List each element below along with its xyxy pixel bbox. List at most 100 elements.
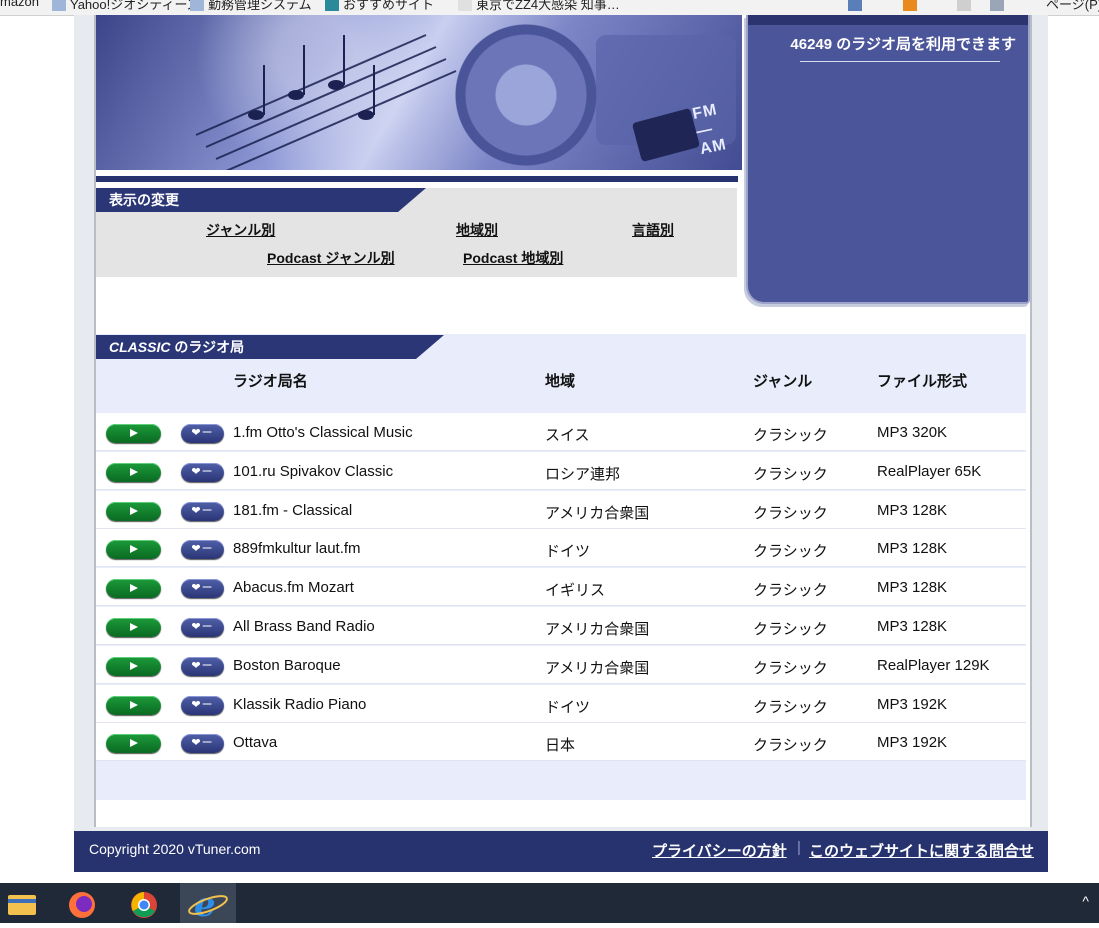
station-name[interactable]: 1.fm Otto's Classical Music [233, 424, 413, 441]
add-favorite-button[interactable]: ❤ー [181, 656, 224, 676]
station-row: ❤ー 1.fm Otto's Classical Music スイス クラシック MP3… [96, 413, 1026, 451]
station-row: ❤ー Abacus.fm Mozart イギリス クラシック MP3 128K [96, 568, 1026, 607]
station-name[interactable]: Ottava [233, 734, 277, 751]
station-count-panel: 46249 のラジオ局を利用できます [746, 15, 1030, 304]
add-favorite-button[interactable]: ❤ー [181, 540, 224, 560]
station-region: ドイツ [545, 543, 591, 561]
station-genre: クラシック [753, 543, 828, 561]
station-format: RealPlayer 65K [877, 462, 982, 480]
play-button[interactable] [106, 656, 161, 676]
station-region: アメリカ合衆国 [545, 504, 650, 522]
station-row: ❤ー 101.ru Spivakov Classic ロシア連邦 クラシック RealP… [96, 451, 1026, 490]
station-name[interactable]: 181.fm - Classical [233, 502, 352, 519]
favorite-link[interactable]: 勤務管理システム [208, 0, 312, 13]
station-row: ❤ー All Brass Band Radio アメリカ合衆国 クラシック MP3 12… [96, 607, 1026, 645]
add-favorite-button[interactable]: ❤ー [181, 424, 224, 443]
tray-chevron-icon[interactable]: ^ [1082, 893, 1089, 909]
mail-icon[interactable] [957, 0, 971, 11]
add-favorite-button[interactable]: ❤ー [181, 462, 224, 482]
internet-explorer-icon[interactable]: e [180, 883, 236, 925]
favorite-link[interactable]: Yahoo!ジオシティーズ [70, 0, 200, 13]
station-format: MP3 192K [877, 734, 948, 752]
link-by-language[interactable]: 言語別 [632, 220, 674, 240]
station-list-title: CLASSIC のラジオ局 [96, 335, 444, 359]
column-header-region: 地域 [545, 373, 576, 390]
play-button[interactable] [106, 501, 161, 521]
column-header-name: ラジオ局名 [233, 373, 308, 390]
station-genre: クラシック [753, 504, 828, 522]
play-button[interactable] [106, 424, 161, 443]
play-button[interactable] [106, 695, 161, 715]
music-staff-graphic [195, 34, 736, 170]
play-button[interactable] [106, 579, 161, 599]
banner-divider [96, 176, 738, 182]
add-favorite-button[interactable]: ❤ー [181, 695, 224, 715]
station-name[interactable]: Boston Baroque [233, 657, 341, 674]
file-explorer-icon[interactable] [0, 883, 48, 923]
page-icon [458, 0, 472, 11]
panel-header [748, 15, 1028, 25]
link-podcast-by-genre[interactable]: Podcast ジャンル別 [267, 248, 395, 268]
add-favorite-button[interactable]: ❤ー [181, 501, 224, 521]
station-format: MP3 192K [877, 695, 948, 713]
page-menu[interactable]: ページ(P) [1046, 0, 1099, 13]
favorite-link[interactable]: mazon [0, 0, 39, 9]
home-icon[interactable] [848, 0, 862, 11]
page-icon [190, 0, 204, 11]
station-format: MP3 128K [877, 501, 948, 519]
panel-divider [800, 61, 1000, 62]
station-genre: クラシック [753, 427, 828, 444]
station-genre: クラシック [753, 737, 828, 755]
firefox-icon[interactable] [58, 883, 106, 923]
station-row: ❤ー 181.fm - Classical アメリカ合衆国 クラシック MP3 128K [96, 490, 1026, 529]
station-region: アメリカ合衆国 [545, 659, 650, 677]
add-favorite-button[interactable]: ❤ー [181, 618, 224, 637]
station-format: MP3 320K [877, 424, 948, 441]
station-genre: クラシック [753, 698, 828, 716]
footer: Copyright 2020 vTuner.com プライバシーの方針 | この… [74, 831, 1048, 872]
station-name[interactable]: 889fmkultur laut.fm [233, 540, 361, 557]
station-region: スイス [545, 427, 590, 444]
radio-banner-image: FM — AM [96, 15, 742, 170]
station-region: ドイツ [545, 698, 591, 716]
link-podcast-by-region[interactable]: Podcast 地域別 [463, 248, 563, 268]
station-row: ❤ー Ottava 日本 クラシック MP3 192K [96, 723, 1026, 762]
rss-feed-icon[interactable] [903, 0, 917, 11]
contact-link[interactable]: このウェブサイトに関する問合せ [809, 840, 1034, 861]
page-icon [52, 0, 66, 11]
station-name[interactable]: Abacus.fm Mozart [233, 579, 354, 596]
station-region: イギリス [545, 582, 606, 600]
station-format: RealPlayer 129K [877, 656, 990, 674]
page-icon [325, 0, 339, 11]
column-header-genre: ジャンル [753, 373, 813, 390]
play-button[interactable] [106, 618, 161, 637]
genre-name: CLASSIC [109, 339, 171, 355]
station-region: アメリカ合衆国 [545, 621, 650, 638]
station-region: ロシア連邦 [545, 465, 621, 483]
link-by-genre[interactable]: ジャンル別 [206, 220, 275, 240]
display-change-title: 表示の変更 [96, 188, 426, 212]
chrome-icon[interactable] [120, 883, 168, 923]
play-button[interactable] [106, 734, 161, 754]
station-row: ❤ー Klassik Radio Piano ドイツ クラシック MP3 192K [96, 684, 1026, 723]
add-favorite-button[interactable]: ❤ー [181, 579, 224, 599]
add-favorite-button[interactable]: ❤ー [181, 734, 224, 754]
favorite-link[interactable]: 東京でZZ4大感染 知事… [476, 0, 620, 13]
copyright-text: Copyright 2020 vTuner.com [89, 841, 261, 857]
privacy-policy-link[interactable]: プライバシーの方針 [652, 840, 787, 861]
link-by-region[interactable]: 地域別 [456, 220, 498, 240]
row-divider [96, 760, 1026, 762]
print-icon[interactable] [990, 0, 1004, 11]
station-name[interactable]: 101.ru Spivakov Classic [233, 463, 393, 480]
station-region: 日本 [545, 737, 576, 755]
station-name[interactable]: Klassik Radio Piano [233, 696, 366, 713]
station-genre: クラシック [753, 465, 828, 483]
play-button[interactable] [106, 462, 161, 482]
play-button[interactable] [106, 540, 161, 560]
station-format: MP3 128K [877, 618, 948, 635]
favorite-link[interactable]: おすすめサイト [343, 0, 434, 13]
station-name[interactable]: All Brass Band Radio [233, 618, 375, 635]
favorites-bar: mazon Yahoo!ジオシティーズ 勤務管理システム おすすめサイト 東京で… [0, 0, 1099, 16]
station-list-suffix: のラジオ局 [170, 339, 245, 355]
station-genre: クラシック [753, 659, 828, 677]
